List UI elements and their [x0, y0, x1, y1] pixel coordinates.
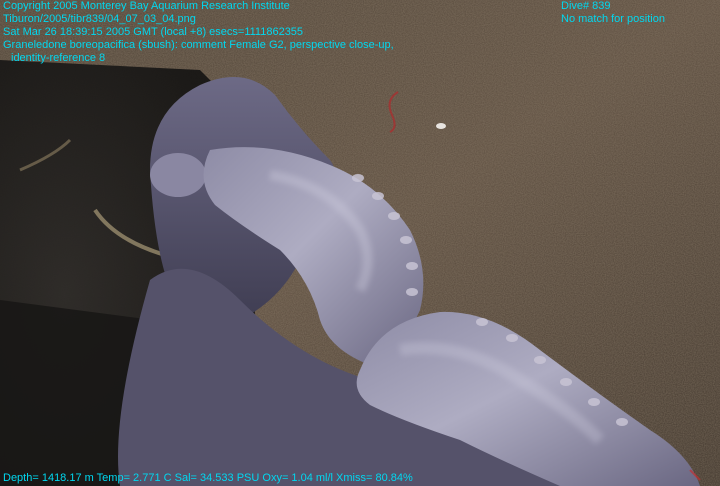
annotation-line: Graneledone boreopacifica (sbush): comme…: [3, 39, 394, 51]
video-frame: Copyright 2005 Monterey Bay Aquarium Res…: [0, 0, 720, 486]
timestamp-line: Sat Mar 26 18:39:15 2005 GMT (local +8) …: [3, 26, 304, 38]
hud-header-right: Dive# 839 No match for position: [561, 0, 665, 26]
image-path-line: Tiburon/2005/tibr839/04_07_03_04.png: [3, 13, 196, 25]
dive-number: Dive# 839: [561, 0, 611, 12]
telemetry-line: Depth= 1418.17 m Temp= 2.771 C Sal= 34.5…: [3, 472, 413, 484]
identity-line: identity-reference 8: [11, 52, 106, 64]
hud-header-left: Copyright 2005 Monterey Bay Aquarium Res…: [3, 0, 394, 65]
octopus-eye-bump: [150, 153, 206, 197]
seafloor-scene: [0, 0, 720, 486]
copyright-line: Copyright 2005 Monterey Bay Aquarium Res…: [3, 0, 290, 12]
position-status: No match for position: [561, 13, 665, 25]
white-particle: [436, 123, 446, 129]
